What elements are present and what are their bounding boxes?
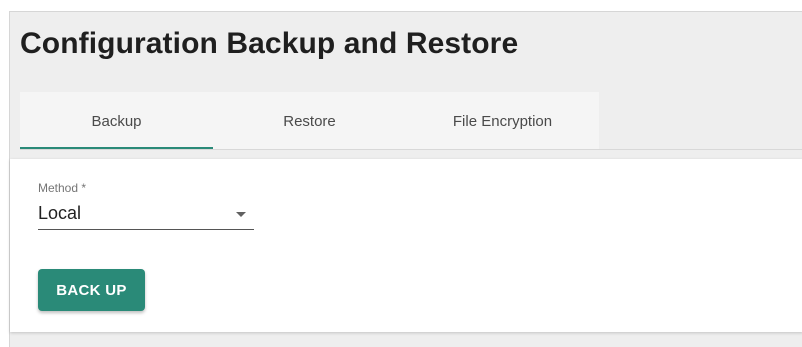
tab-restore-label: Restore bbox=[283, 112, 336, 130]
tab-backup-label: Backup bbox=[91, 112, 142, 130]
page-title: Configuration Backup and Restore bbox=[20, 27, 519, 60]
config-backup-restore-page: Configuration Backup and Restore Backup … bbox=[9, 11, 802, 347]
tab-restore[interactable]: Restore bbox=[213, 92, 406, 150]
dropdown-arrow-icon bbox=[236, 212, 246, 217]
method-label: Method * bbox=[38, 181, 87, 195]
method-field: Method * Local bbox=[38, 181, 254, 230]
method-select-value: Local bbox=[38, 203, 82, 223]
tab-bar: Backup Restore File Encryption bbox=[20, 92, 599, 150]
tab-file-encryption-label: File Encryption bbox=[452, 112, 553, 130]
tab-divider bbox=[20, 149, 802, 150]
back-up-button[interactable]: BACK UP bbox=[38, 269, 145, 311]
backup-card: Method * Local BACK UP bbox=[10, 159, 802, 332]
method-select[interactable]: Local bbox=[38, 201, 254, 230]
tab-file-encryption[interactable]: File Encryption bbox=[406, 92, 599, 150]
tab-backup[interactable]: Backup bbox=[20, 92, 213, 150]
